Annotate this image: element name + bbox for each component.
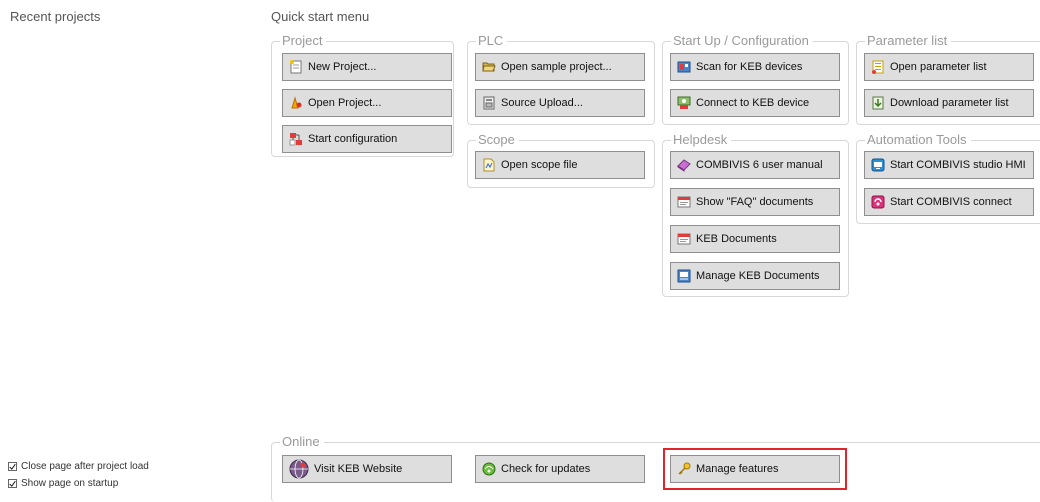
online-group-label: Online [280, 434, 324, 450]
check-for-updates-button[interactable]: Check for updates [475, 455, 645, 483]
connect-keb-device-button[interactable]: Connect to KEB device [670, 89, 840, 117]
source-upload-label: Source Upload... [501, 97, 583, 109]
studio-hmi-icon [871, 158, 885, 172]
faq-documents-label: Show "FAQ" documents [696, 196, 814, 208]
new-project-label: New Project... [308, 61, 377, 73]
scope-group-label: Scope [476, 132, 519, 148]
start-configuration-button[interactable]: Start configuration [282, 125, 452, 153]
open-scope-file-button[interactable]: Open scope file [475, 151, 645, 179]
start-configuration-label: Start configuration [308, 133, 398, 145]
close-after-load-label: Close page after project load [21, 461, 149, 472]
manual-book-icon [677, 158, 691, 172]
new-project-button[interactable]: New Project... [282, 53, 452, 81]
source-upload-button[interactable]: Source Upload... [475, 89, 645, 117]
open-scope-file-label: Open scope file [501, 159, 578, 171]
open-sample-project-label: Open sample project... [501, 61, 612, 73]
download-icon [871, 96, 885, 110]
checkbox-checked-icon [8, 462, 17, 471]
close-after-load-checkbox[interactable]: Close page after project load [8, 461, 149, 472]
pdf-document-icon [677, 195, 691, 209]
download-parameter-list-button[interactable]: Download parameter list [864, 89, 1034, 117]
show-on-startup-checkbox[interactable]: Show page on startup [8, 478, 118, 489]
visit-keb-website-label: Visit KEB Website [314, 463, 403, 475]
scan-keb-devices-label: Scan for KEB devices [696, 61, 803, 73]
keb-documents-label: KEB Documents [696, 233, 777, 245]
project-group-label: Project [280, 33, 327, 49]
visit-keb-website-button[interactable]: Visit KEB Website [282, 455, 452, 483]
checkbox-checked-icon [8, 479, 17, 488]
automation-tools-group-label: Automation Tools [865, 132, 971, 148]
open-project-button[interactable]: Open Project... [282, 89, 452, 117]
open-project-icon [289, 96, 303, 110]
source-upload-icon [482, 96, 496, 110]
open-parameter-list-label: Open parameter list [890, 61, 987, 73]
check-for-updates-label: Check for updates [501, 463, 591, 475]
connect-keb-device-label: Connect to KEB device [696, 97, 810, 109]
download-parameter-list-label: Download parameter list [890, 97, 1009, 109]
folder-open-icon [482, 60, 496, 74]
scan-keb-devices-button[interactable]: Scan for KEB devices [670, 53, 840, 81]
globe-icon [289, 459, 309, 479]
helpdesk-group-label: Helpdesk [671, 132, 732, 148]
new-document-icon [289, 60, 303, 74]
manage-keb-documents-button[interactable]: Manage KEB Documents [670, 262, 840, 290]
manage-documents-icon [677, 269, 691, 283]
open-parameter-list-button[interactable]: Open parameter list [864, 53, 1034, 81]
user-manual-label: COMBIVIS 6 user manual [696, 159, 823, 171]
start-studio-hmi-label: Start COMBIVIS studio HMI [890, 159, 1026, 171]
start-combivis-connect-button[interactable]: Start COMBIVIS connect [864, 188, 1034, 216]
start-combivis-connect-label: Start COMBIVIS connect [890, 196, 1012, 208]
recent-projects-title: Recent projects [10, 9, 101, 24]
scan-devices-icon [677, 60, 691, 74]
connect-device-icon [677, 96, 691, 110]
user-manual-button[interactable]: COMBIVIS 6 user manual [670, 151, 840, 179]
quick-start-title: Quick start menu [271, 9, 370, 24]
parameter-list-icon [871, 60, 885, 74]
open-project-label: Open Project... [308, 97, 382, 109]
plc-group-label: PLC [476, 33, 508, 49]
parameter-list-group-label: Parameter list [865, 33, 952, 49]
keb-documents-button[interactable]: KEB Documents [670, 225, 840, 253]
show-on-startup-label: Show page on startup [21, 478, 119, 489]
scope-file-icon [482, 158, 496, 172]
combivis-connect-icon [871, 195, 885, 209]
documents-icon [677, 232, 691, 246]
faq-documents-button[interactable]: Show "FAQ" documents [670, 188, 840, 216]
manage-keb-documents-label: Manage KEB Documents [696, 270, 820, 282]
open-sample-project-button[interactable]: Open sample project... [475, 53, 645, 81]
startup-group-label: Start Up / Configuration [671, 33, 813, 49]
start-studio-hmi-button[interactable]: Start COMBIVIS studio HMI [864, 151, 1034, 179]
update-globe-icon [482, 462, 496, 476]
manage-features-highlight [663, 448, 847, 490]
configuration-icon [289, 132, 303, 146]
